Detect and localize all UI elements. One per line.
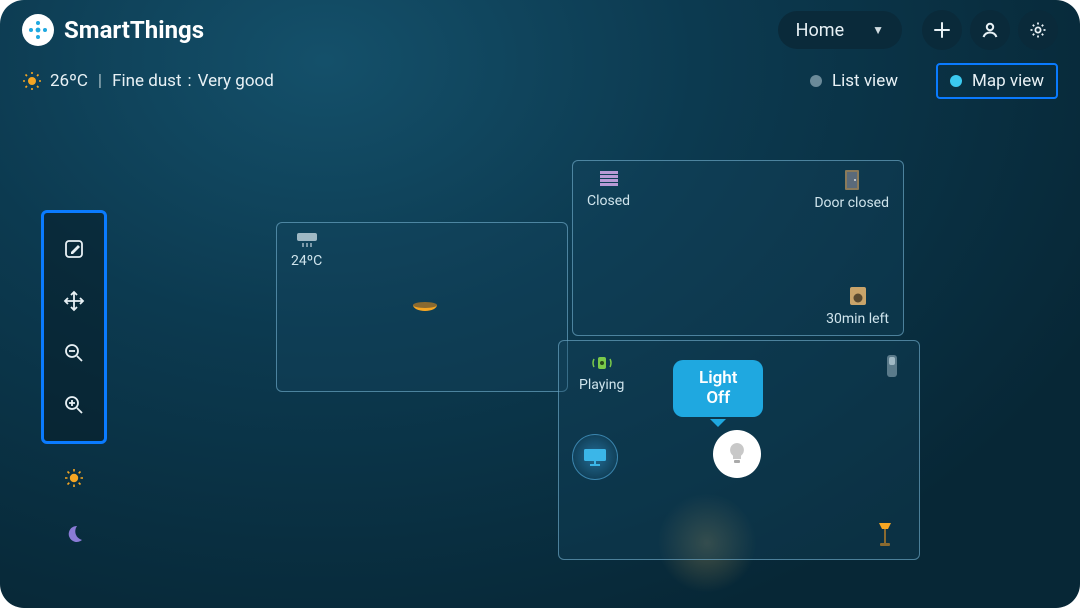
light-tooltip: Light Off	[673, 360, 763, 417]
blind-device[interactable]: Closed	[587, 169, 630, 209]
bulb-icon	[726, 441, 748, 467]
night-mode-button[interactable]	[52, 512, 96, 556]
tooltip-title: Light	[699, 368, 737, 388]
status-divider: |	[98, 71, 102, 91]
tooltip-state: Off	[699, 388, 737, 408]
zoom-in-button[interactable]	[52, 383, 96, 427]
room-1[interactable]: 24ºC	[276, 222, 568, 392]
tv-device-button[interactable]	[572, 434, 618, 480]
move-button[interactable]	[52, 279, 96, 323]
header: SmartThings Home ▼	[0, 0, 1080, 60]
speaker-device[interactable]: Playing	[579, 353, 624, 393]
location-select[interactable]: Home ▼	[778, 11, 902, 49]
light-device-button[interactable]	[713, 430, 761, 478]
wall-switch-device[interactable]	[885, 353, 899, 379]
smartthings-screen: SmartThings Home ▼ 26ºC |	[0, 0, 1080, 608]
room-2[interactable]: Closed Door closed 30min left	[572, 160, 904, 336]
app-logo	[22, 14, 54, 46]
radio-dot-icon	[810, 75, 822, 87]
temperature-label: 26ºC	[50, 71, 88, 91]
floor-lamp-device[interactable]	[875, 519, 895, 549]
chevron-down-icon: ▼	[872, 23, 884, 37]
weather-sun-icon	[22, 71, 42, 91]
map-tools	[40, 210, 108, 556]
door-label: Door closed	[814, 195, 889, 211]
add-button[interactable]	[922, 10, 962, 50]
day-mode-button[interactable]	[52, 456, 96, 500]
account-button[interactable]	[970, 10, 1010, 50]
tv-icon	[582, 447, 608, 467]
air-quality-key: Fine dust	[112, 71, 181, 91]
map-tools-group	[41, 210, 107, 444]
air-quality-value: Very good	[198, 71, 274, 91]
map-view-label: Map view	[972, 71, 1044, 91]
status-bar: 26ºC | Fine dust : Very good List view M…	[0, 60, 1080, 102]
door-device[interactable]: Door closed	[814, 169, 889, 211]
settings-button[interactable]	[1018, 10, 1058, 50]
speaker-label: Playing	[579, 377, 624, 393]
zoom-out-button[interactable]	[52, 331, 96, 375]
ac-device[interactable]: 24ºC	[291, 231, 322, 269]
location-label: Home	[796, 20, 844, 41]
edit-button[interactable]	[52, 227, 96, 271]
washer-label: 30min left	[826, 311, 889, 327]
list-view-button[interactable]: List view	[796, 63, 912, 99]
list-view-label: List view	[832, 71, 898, 91]
blind-label: Closed	[587, 193, 630, 209]
map-view-button[interactable]: Map view	[936, 63, 1058, 99]
washer-device[interactable]: 30min left	[826, 285, 889, 327]
app-title: SmartThings	[64, 16, 204, 44]
ceiling-light-device[interactable]	[411, 297, 439, 317]
ac-label: 24ºC	[291, 253, 322, 269]
radio-dot-icon	[950, 75, 962, 87]
